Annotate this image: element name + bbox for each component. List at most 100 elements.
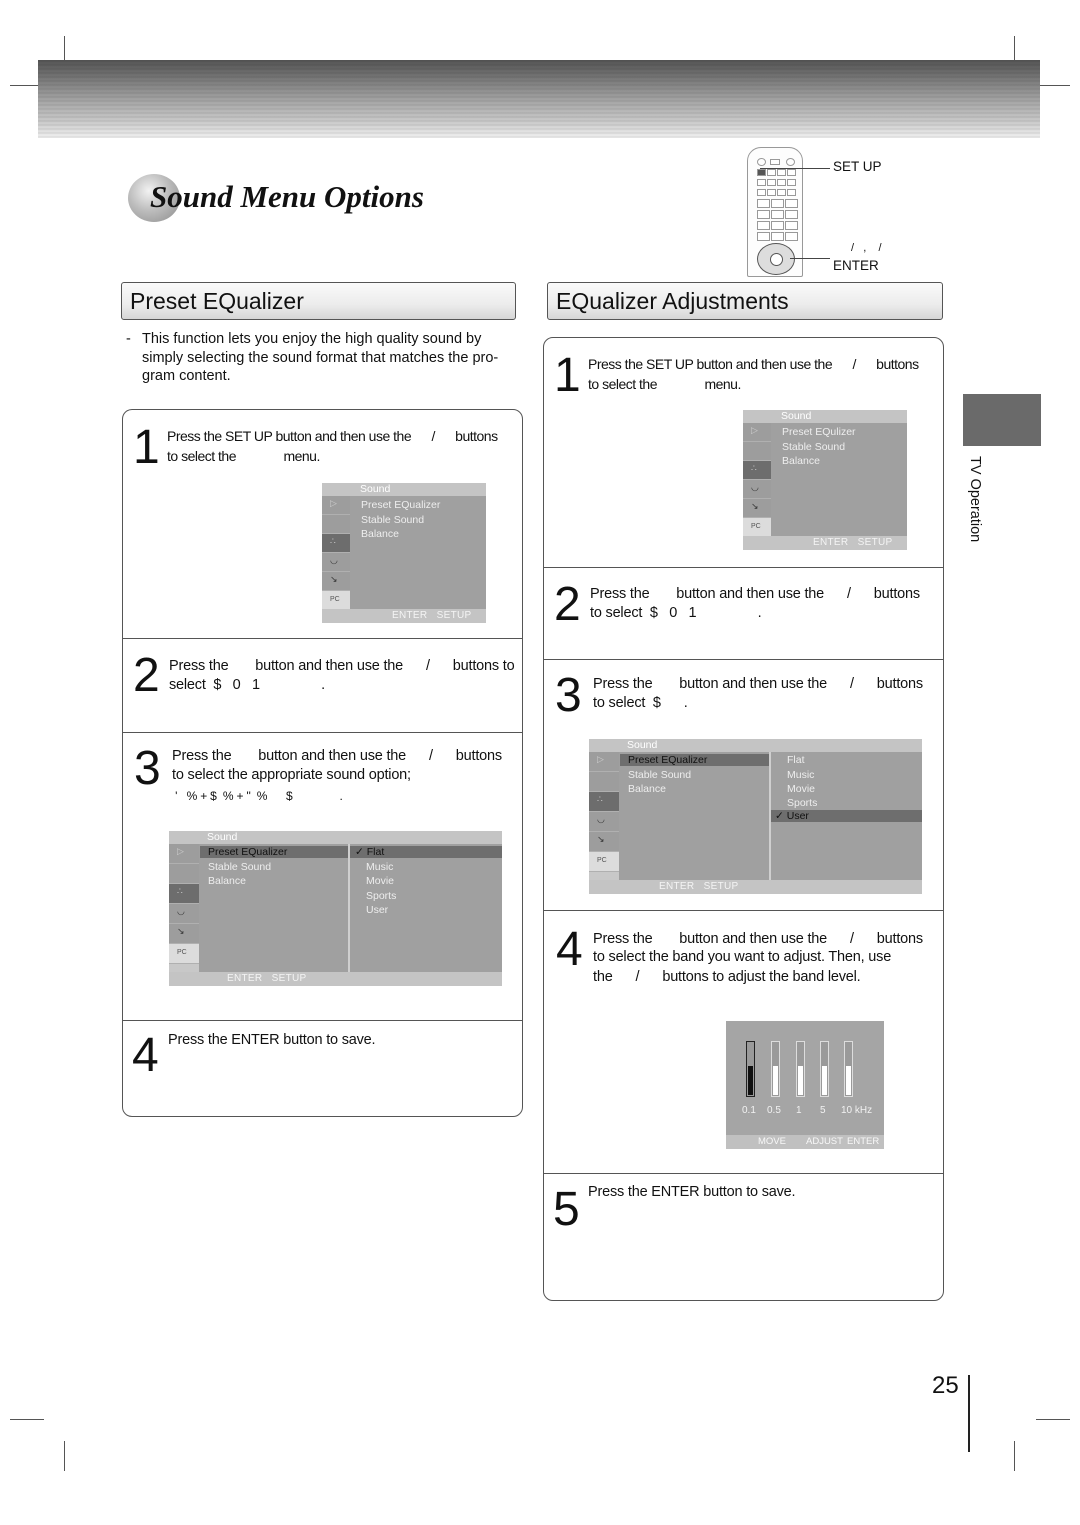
osd-footer: ENTER SETUP (813, 537, 893, 548)
step-divider (544, 567, 943, 569)
osd-menu-item: Balance (782, 455, 820, 467)
osd-option: Flat (787, 754, 805, 766)
step-text: to select the band you want to adjust. T… (593, 949, 892, 965)
osd-menu-item: Preset EQualizer (361, 499, 441, 511)
step-divider (123, 732, 522, 734)
eq-footer-adjust: ADJUST (806, 1136, 843, 1147)
setup-icon: ↘ (322, 572, 350, 591)
osd-sidebar: ▷ ∴ ◡ ↘ PC (169, 844, 199, 972)
eq-band-slider[interactable] (820, 1041, 829, 1097)
bullet-dash: - (126, 331, 131, 347)
preset-equalizer-heading: Preset EQualizer (121, 282, 516, 320)
osd-options-panel: ✓ Flat Music Movie Sports User (348, 844, 502, 972)
osd-header: Sound (627, 739, 658, 751)
sound-menu-osd: Sound ▷ ∴ ◡ ↘ PC Preset EQualizer Stable… (322, 483, 486, 623)
audio-icon (589, 772, 619, 792)
sound-icon: ∴ (589, 792, 619, 812)
osd-option-checked: ✓ Flat (350, 846, 502, 858)
osd-menu-item: Stable Sound (208, 861, 272, 873)
osd-option: Sports (366, 890, 397, 902)
osd-menu-item: Stable Sound (628, 769, 692, 781)
step-text: the / buttons to adjust the band level. (593, 969, 861, 985)
audio-icon (169, 864, 199, 884)
setup-callout: SET UP (833, 159, 882, 174)
step-number: 2 (554, 578, 581, 631)
crop-mark (10, 1419, 44, 1420)
preset-equalizer-osd: Sound ▷ ∴ ◡ ↘ PC Preset EQualizer Stable… (169, 831, 502, 986)
eq-band-frequency: 5 (820, 1105, 826, 1116)
step-text: Press the ENTER button to save. (168, 1032, 376, 1048)
step-divider (544, 1173, 943, 1175)
eq-footer: MOVE ADJUST ENTER (726, 1135, 884, 1149)
eq-band-slider[interactable] (746, 1041, 755, 1097)
crop-mark (64, 1441, 65, 1471)
sound-menu-osd: Sound ▷ ∴ ◡ ↘ PC Preset EQulizer Stable … (743, 410, 907, 550)
eq-band-frequency: 0.5 (767, 1105, 781, 1116)
enter-callout: ENTER (833, 258, 879, 273)
osd-footer: ENTER SETUP (227, 973, 307, 984)
osd-sidebar: ▷ ∴ ◡ ↘ PC (589, 752, 619, 880)
intro-text: This function lets you enjoy the high qu… (142, 331, 499, 384)
eq-band-level (773, 1066, 778, 1095)
step-number: 1 (133, 421, 160, 474)
osd-sidebar: ▷ ∴ ◡ ↘ PC (743, 423, 771, 537)
check-icon: ✓ (775, 810, 784, 822)
check-icon: ✓ (355, 846, 364, 858)
step-divider (544, 659, 943, 661)
osd-menu-item-selected: Preset EQualizer (200, 846, 355, 858)
step-number: 3 (555, 669, 582, 722)
picture-icon: ▷ (743, 423, 771, 442)
page-title-text: Sound Menu Options (150, 179, 424, 214)
step-number: 1 (554, 349, 581, 402)
picture-icon: ▷ (589, 752, 619, 772)
equalizer-osd: MOVE ADJUST ENTER 0.1 0.5 1 5 10 kHz (726, 1021, 884, 1149)
time-icon: ◡ (743, 480, 771, 499)
osd-menu-item-selected: Preset EQualizer (620, 754, 776, 766)
step-number: 3 (134, 742, 161, 795)
setup-icon: ↘ (169, 924, 199, 944)
eq-band-frequency: 1 (796, 1105, 802, 1116)
eq-band-slider[interactable] (796, 1041, 805, 1097)
eq-band-slider[interactable] (844, 1041, 853, 1097)
sound-icon: ∴ (743, 461, 771, 480)
step-text: Press the button and then use the / butt… (593, 676, 923, 692)
eq-band-frequency: 0.1 (742, 1105, 756, 1116)
step-text: Press the button and then use the / butt… (169, 658, 515, 674)
step-divider (544, 910, 943, 912)
osd-option: Movie (787, 783, 816, 795)
crop-mark (1036, 1419, 1070, 1420)
osd-option: Movie (366, 875, 395, 887)
setup-icon: ↘ (743, 499, 771, 518)
pc-icon: PC (322, 591, 350, 610)
step-text: to select $ . (593, 695, 688, 711)
time-icon: ◡ (322, 553, 350, 572)
osd-option: User (366, 904, 389, 916)
step-text: ' % + $ % + " % $ . (172, 789, 343, 803)
arrow-buttons-callout: / , / (851, 242, 882, 254)
eq-band-level (798, 1066, 803, 1095)
header-banner (38, 60, 1040, 138)
osd-menu-item: Balance (361, 528, 399, 540)
step-text: Press the ENTER button to save. (588, 1184, 796, 1200)
audio-icon (322, 515, 350, 534)
osd-header: Sound (781, 410, 812, 422)
step-divider (123, 1020, 522, 1022)
osd-options-panel: Flat Music Movie Sports ✓ User (769, 752, 922, 880)
osd-header: Sound (207, 831, 238, 843)
pc-icon: PC (743, 518, 771, 537)
step-text: to select the menu. (167, 448, 320, 464)
osd-menu-item: Stable Sound (782, 441, 846, 453)
crop-mark (1036, 85, 1070, 86)
picture-icon: ▷ (169, 844, 199, 864)
audio-icon (743, 442, 771, 461)
osd-menu-item: Preset EQulizer (782, 426, 856, 438)
eq-footer-move: MOVE (758, 1136, 786, 1147)
page-number-rule (968, 1375, 970, 1452)
step-number: 4 (556, 923, 583, 976)
step-text: to select $ 0 1 . (590, 605, 762, 621)
dpad-icon (757, 243, 795, 275)
pc-icon: PC (169, 944, 199, 964)
osd-footer: ENTER SETUP (659, 881, 739, 892)
eq-band-slider[interactable] (771, 1041, 780, 1097)
equalizer-adjustments-heading: EQualizer Adjustments (547, 282, 943, 320)
